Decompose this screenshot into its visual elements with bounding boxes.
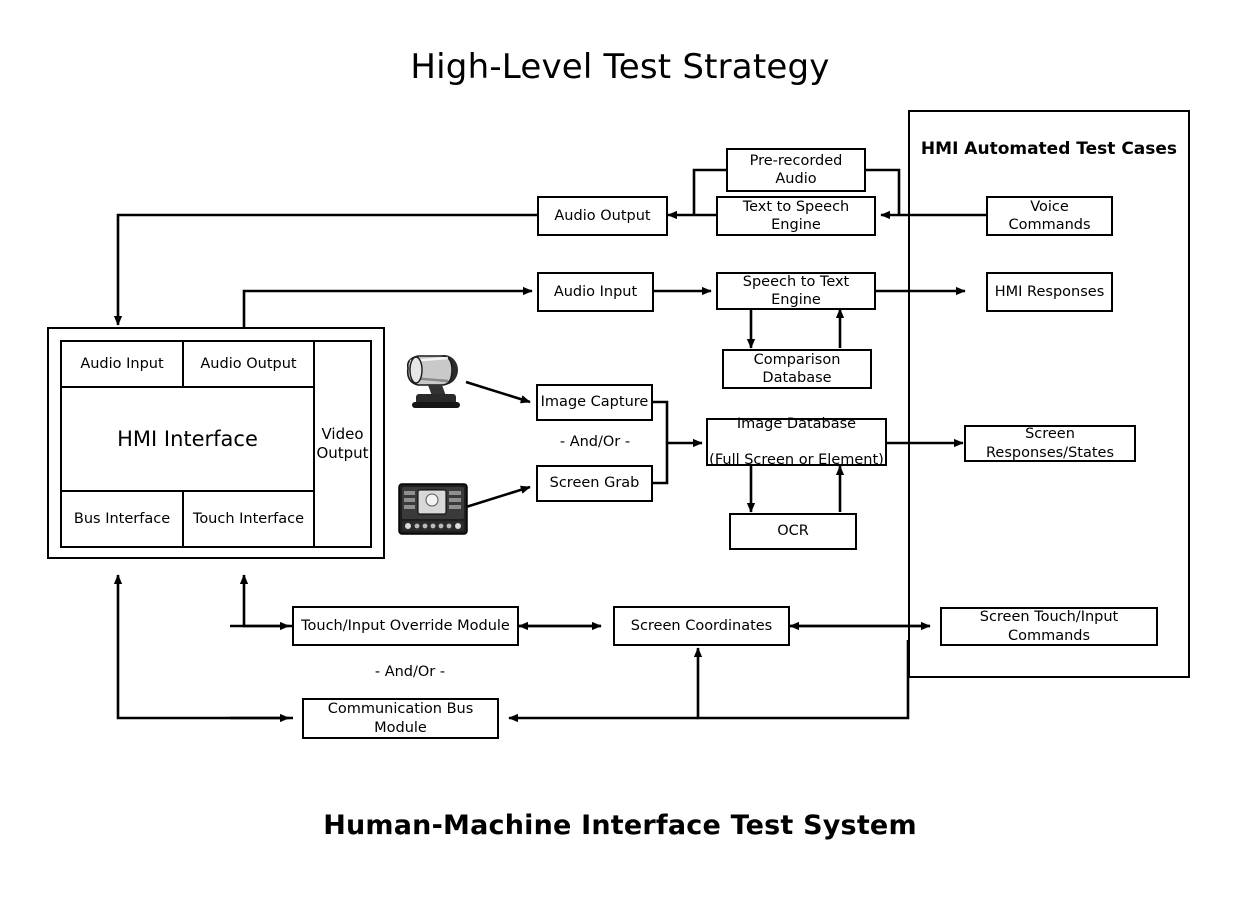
webcam-icon — [406, 355, 460, 408]
image-database-box: Image Database (Full Screen or Element) — [706, 415, 887, 469]
audio-input-box: Audio Input — [537, 272, 654, 312]
communication-bus-module-box: Communication Bus Module — [302, 698, 499, 739]
speech-to-text-engine-label: Speech to Text Engine — [742, 273, 850, 308]
andor-label-capture: - And/Or - — [559, 434, 631, 450]
screen-responses-states-box: Screen Responses/States — [964, 425, 1136, 462]
hmi-bus-interface-label: Bus Interface — [73, 511, 171, 527]
audio-output-box: Audio Output — [537, 196, 668, 236]
hmi-responses-label: HMI Responses — [994, 283, 1105, 300]
comparison-database-box: Comparison Database — [722, 349, 872, 389]
wire-hmi-to-audio-input — [242, 286, 533, 327]
voice-commands-box: Voice Commands — [986, 196, 1113, 236]
hmi-video-output-label-2: Output — [316, 444, 369, 462]
image-capture-label: Image Capture — [540, 394, 649, 411]
screen-coordinates-box: Screen Coordinates — [613, 606, 790, 646]
wire-touchoverride-to-hmi-touch — [239, 574, 293, 628]
wire-webcam-to-capture — [465, 380, 531, 404]
head-unit-icon — [398, 483, 468, 535]
image-capture-box: Image Capture — [536, 384, 653, 421]
hmi-touch-interface-cell: Touch Interface — [182, 490, 315, 548]
hmi-audio-input-cell: Audio Input — [60, 340, 184, 388]
hmi-bus-interface-cell: Bus Interface — [60, 490, 184, 548]
wire-commands-loop-to-coords — [693, 640, 910, 720]
panel-title: HMI Automated Test Cases — [920, 139, 1178, 159]
hmi-video-output-label-1: Video — [321, 425, 364, 444]
hmi-main-label: HMI Interface — [117, 427, 258, 451]
hmi-audio-output-label: Audio Output — [200, 356, 297, 372]
hmi-responses-box: HMI Responses — [986, 272, 1113, 312]
ocr-box: OCR — [729, 513, 857, 550]
touch-input-override-module-label: Touch/Input Override Module — [301, 617, 510, 634]
page-title: High-Level Test Strategy — [410, 47, 830, 87]
text-to-speech-engine-label: Text to Speech Engine — [742, 198, 850, 233]
screen-touch-input-commands-box: Screen Touch/Input Commands — [940, 607, 1158, 646]
hmi-touch-interface-label: Touch Interface — [192, 511, 305, 527]
image-database-label-2: (Full Screen or Element) — [709, 452, 884, 469]
hmi-main-cell: HMI Interface — [60, 386, 315, 492]
screen-coordinates-label: Screen Coordinates — [630, 617, 773, 634]
hmi-audio-output-cell: Audio Output — [182, 340, 315, 388]
screen-touch-input-commands-label: Screen Touch/Input Commands — [979, 609, 1119, 644]
screen-grab-label: Screen Grab — [549, 475, 640, 492]
wire-commbus-to-hmi-bus — [113, 574, 293, 720]
speech-to-text-engine-box: Speech to Text Engine — [716, 272, 876, 310]
screen-responses-states-label: Screen Responses/States — [985, 426, 1114, 461]
audio-input-label: Audio Input — [553, 283, 638, 300]
screen-grab-box: Screen Grab — [536, 465, 653, 502]
wire-headunit-to-screengrab — [465, 485, 531, 509]
hmi-interface-module: Audio Input Audio Output HMI Interface B… — [47, 327, 385, 559]
voice-commands-label: Voice Commands — [1008, 198, 1091, 233]
diagram-caption: Human-Machine Interface Test System — [323, 810, 917, 841]
image-database-label-1: Image Database — [736, 415, 857, 432]
comparison-database-label: Comparison Database — [753, 351, 841, 386]
pre-recorded-audio-box: Pre-recorded Audio — [726, 148, 866, 192]
hmi-video-output-cell: Video Output — [313, 340, 372, 548]
hmi-audio-input-label: Audio Input — [80, 356, 164, 372]
audio-output-label: Audio Output — [554, 207, 651, 224]
andor-label-input: - And/Or - — [374, 664, 446, 680]
ocr-label: OCR — [777, 523, 809, 540]
pre-recorded-audio-label: Pre-recorded Audio — [749, 152, 843, 187]
communication-bus-module-label: Communication Bus Module — [327, 701, 474, 736]
wire-audio-output-to-hmi — [113, 213, 537, 326]
text-to-speech-engine-box: Text to Speech Engine — [716, 196, 876, 236]
touch-input-override-module-box: Touch/Input Override Module — [292, 606, 519, 646]
